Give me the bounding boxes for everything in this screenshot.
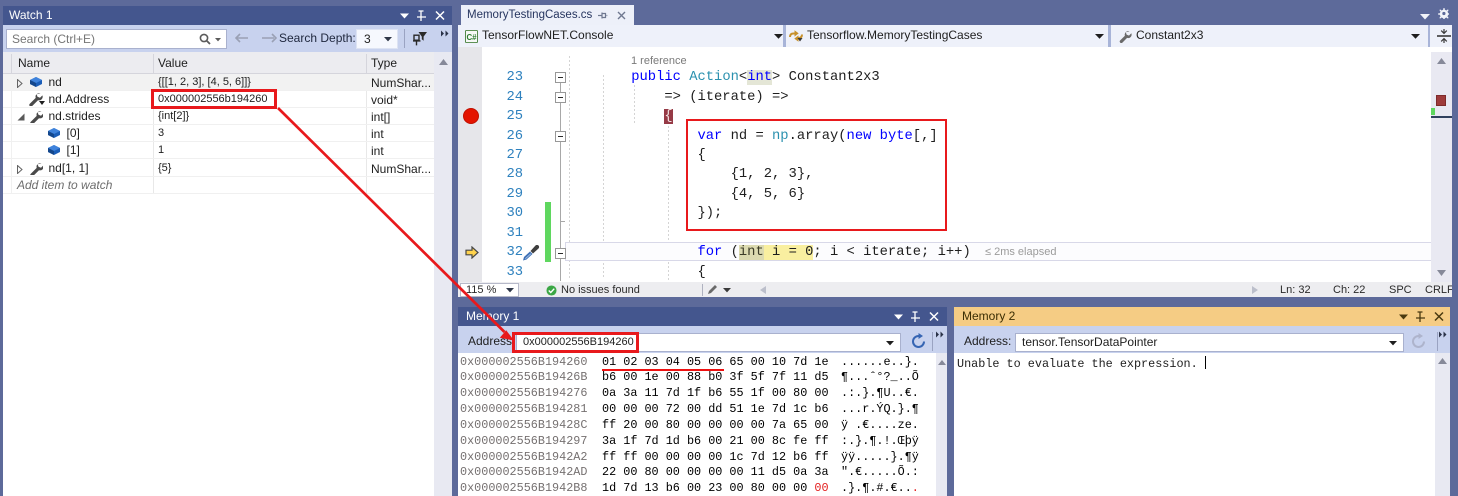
svg-text:C#: C# [466, 33, 477, 42]
